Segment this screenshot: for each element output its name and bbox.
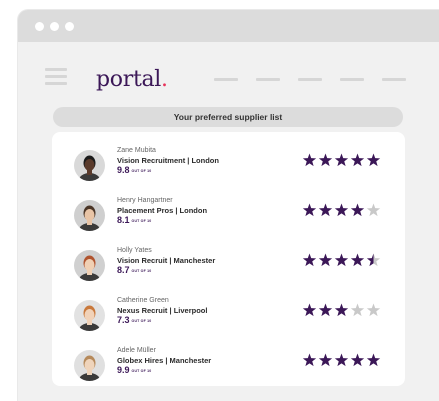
star-icon — [366, 303, 381, 317]
supplier-row[interactable]: Holly Yates Vision Recruit | Manchester 8.… — [52, 247, 405, 291]
star-icon — [334, 253, 349, 267]
supplier-row[interactable]: Adele Müller Globex Hires | Manchester 9.9… — [52, 347, 405, 391]
supplier-list-header: Your preferred supplier list — [53, 107, 403, 127]
star-icon — [350, 353, 365, 367]
portal-logo[interactable]: portal. — [96, 67, 168, 92]
star-icon — [350, 153, 365, 167]
supplier-company: Vision Recruitment | London — [117, 156, 219, 165]
avatar — [74, 200, 105, 231]
star-icon — [350, 253, 365, 267]
score-out-of-label: OUT OF 10 — [131, 268, 152, 273]
supplier-list-title: Your preferred supplier list — [173, 112, 283, 122]
star-icon — [318, 203, 333, 217]
star-icon — [334, 303, 349, 317]
star-rating — [302, 253, 381, 267]
browser-window: portal. Your preferred supplier list Zan… — [18, 10, 439, 401]
star-rating — [302, 353, 381, 367]
supplier-score: 9.9 OUT OF 10 — [117, 365, 151, 375]
nav-placeholder-5[interactable] — [382, 78, 406, 81]
star-icon — [366, 203, 381, 217]
star-icon — [334, 203, 349, 217]
avatar — [74, 250, 105, 281]
star-icon — [302, 353, 317, 367]
supplier-contact-name: Adele Müller — [117, 347, 156, 354]
star-rating — [302, 153, 381, 167]
star-icon — [302, 253, 317, 267]
star-rating — [302, 303, 381, 317]
avatar — [74, 300, 105, 331]
star-icon — [318, 303, 333, 317]
star-icon — [350, 303, 365, 317]
supplier-score: 7.3 OUT OF 10 — [117, 315, 151, 325]
star-icon — [318, 253, 333, 267]
score-out-of-label: OUT OF 10 — [131, 218, 152, 223]
supplier-contact-name: Zane Mubita — [117, 147, 156, 154]
supplier-row[interactable]: Catherine Green Nexus Recruit | Liverpool… — [52, 297, 405, 341]
star-icon — [366, 153, 381, 167]
star-icon — [350, 203, 365, 217]
star-icon — [318, 153, 333, 167]
supplier-contact-name: Holly Yates — [117, 247, 152, 254]
star-icon — [302, 303, 317, 317]
star-icon — [366, 253, 381, 267]
window-maximize-dot[interactable] — [65, 22, 74, 31]
supplier-company: Globex Hires | Manchester — [117, 356, 212, 365]
supplier-contact-name: Catherine Green — [117, 297, 169, 304]
logo-dot: . — [161, 67, 168, 92]
logo-text: portal — [96, 67, 162, 92]
supplier-list-card: Zane Mubita Vision Recruitment | London 9.… — [52, 132, 405, 386]
score-out-of-label: OUT OF 10 — [131, 318, 152, 323]
supplier-row[interactable]: Henry Hangartner Placement Pros | London 8… — [52, 197, 405, 241]
avatar — [74, 350, 105, 381]
score-out-of-label: OUT OF 10 — [131, 168, 152, 173]
window-titlebar — [18, 10, 439, 42]
star-icon — [302, 203, 317, 217]
nav-placeholder-4[interactable] — [340, 78, 364, 81]
star-icon — [334, 153, 349, 167]
supplier-company: Placement Pros | London — [117, 206, 208, 215]
score-out-of-label: OUT OF 10 — [131, 368, 152, 373]
score-value: 7.3 — [117, 315, 130, 325]
score-value: 8.1 — [117, 215, 130, 225]
hamburger-menu-icon[interactable] — [45, 68, 67, 86]
supplier-company: Nexus Recruit | Liverpool — [117, 306, 208, 315]
supplier-score: 9.8 OUT OF 10 — [117, 165, 151, 175]
score-value: 9.8 — [117, 165, 130, 175]
star-rating — [302, 203, 381, 217]
nav-placeholder-1[interactable] — [214, 78, 238, 81]
supplier-contact-name: Henry Hangartner — [117, 197, 173, 204]
score-value: 8.7 — [117, 265, 130, 275]
star-icon — [334, 353, 349, 367]
nav-placeholder-3[interactable] — [298, 78, 322, 81]
supplier-row[interactable]: Zane Mubita Vision Recruitment | London 9.… — [52, 147, 405, 191]
supplier-score: 8.7 OUT OF 10 — [117, 265, 151, 275]
avatar — [74, 150, 105, 181]
window-minimize-dot[interactable] — [50, 22, 59, 31]
star-icon — [302, 153, 317, 167]
supplier-company: Vision Recruit | Manchester — [117, 256, 216, 265]
supplier-score: 8.1 OUT OF 10 — [117, 215, 151, 225]
window-close-dot[interactable] — [35, 22, 44, 31]
star-icon — [366, 353, 381, 367]
nav-placeholder-2[interactable] — [256, 78, 280, 81]
star-icon — [318, 353, 333, 367]
score-value: 9.9 — [117, 365, 130, 375]
